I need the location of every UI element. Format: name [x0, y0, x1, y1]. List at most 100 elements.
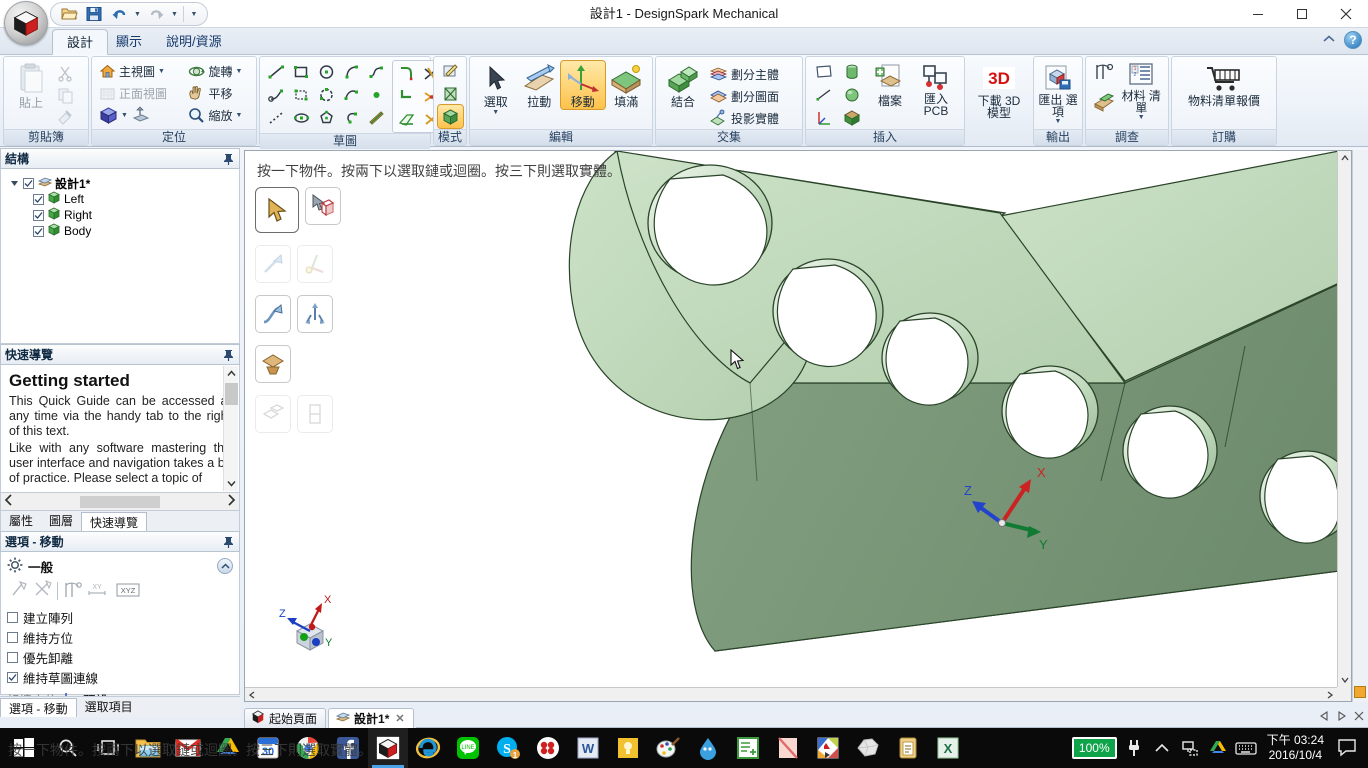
- resize-grip[interactable]: [1354, 686, 1366, 698]
- fill-button[interactable]: 填滿: [605, 61, 649, 109]
- 3d-viewport[interactable]: X Y Z 按一下物件。按兩下以選取鏈或迴圈。按三下則選取實體。 X Z Y: [244, 150, 1352, 702]
- viewport-horizontal-scrollbar[interactable]: [245, 687, 1337, 701]
- taskbar-crumpled[interactable]: [848, 728, 888, 768]
- offset-icon[interactable]: [394, 108, 419, 131]
- mini-combine-tool-button[interactable]: [255, 395, 291, 433]
- tab-layers[interactable]: 圖層: [41, 511, 81, 532]
- collapse-section-icon[interactable]: [217, 558, 233, 574]
- home-view-dropdown[interactable]: ▼: [158, 68, 165, 75]
- option-maintain-sketch-connectivity[interactable]: 維持草圖連線: [7, 667, 233, 687]
- origin-icon[interactable]: [810, 106, 838, 129]
- option-detach-first[interactable]: 優先卸離: [7, 647, 233, 667]
- polygon-center-icon[interactable]: [314, 106, 339, 129]
- network-icon[interactable]: [1179, 736, 1201, 760]
- line-axis-icon[interactable]: [810, 83, 838, 106]
- guide-next-icon[interactable]: [225, 494, 237, 509]
- insert-file-button[interactable]: 檔案: [866, 60, 914, 108]
- ruler-icon[interactable]: [62, 580, 82, 602]
- dashed-line-icon[interactable]: [264, 106, 289, 129]
- pan-button[interactable]: 平移: [184, 82, 252, 104]
- select-dropdown[interactable]: ▼: [492, 109, 499, 116]
- taskbar-clipboard[interactable]: [888, 728, 928, 768]
- bom-quote-button[interactable]: 物料清單報價: [1176, 62, 1272, 108]
- show-hidden-icons-icon[interactable]: [1151, 736, 1173, 760]
- viewport-orientation-cube[interactable]: X Z Y: [275, 591, 345, 661]
- cut-button[interactable]: [54, 62, 77, 84]
- taskbar-designspark[interactable]: [368, 728, 408, 768]
- paste-button[interactable]: 貼上: [8, 60, 54, 110]
- scroll-up-icon[interactable]: [224, 366, 239, 381]
- three-point-arc-icon[interactable]: [314, 83, 339, 106]
- export-options-dropdown[interactable]: ▼: [1055, 118, 1062, 125]
- tab-design[interactable]: 設計: [52, 29, 109, 55]
- google-drive-tray-icon[interactable]: [1207, 736, 1229, 760]
- bom-dropdown[interactable]: ▼: [1138, 114, 1145, 121]
- mass-icon[interactable]: [1090, 87, 1118, 115]
- polygon-icon[interactable]: [289, 83, 314, 106]
- expander-icon[interactable]: [9, 178, 20, 189]
- checkbox[interactable]: [23, 177, 34, 189]
- redo-button[interactable]: [144, 4, 168, 24]
- checkbox[interactable]: [7, 631, 18, 643]
- doc-tab-design1[interactable]: 設計1* ✕: [328, 708, 414, 728]
- corner-icon[interactable]: [394, 85, 419, 108]
- solid-mode-icon[interactable]: [436, 104, 464, 129]
- xyz-icon[interactable]: XYZ: [116, 582, 140, 601]
- plane-view-button[interactable]: [128, 104, 154, 126]
- application-menu-orb[interactable]: [4, 1, 48, 45]
- options-general-section[interactable]: 一般: [7, 556, 233, 576]
- vp-scroll-left-icon[interactable]: [245, 688, 259, 701]
- taskbar-paint[interactable]: [648, 728, 688, 768]
- tree-node-design1[interactable]: 設計1*: [5, 175, 235, 191]
- anchor-icon[interactable]: [9, 580, 29, 602]
- scroll-down-icon[interactable]: [224, 476, 239, 491]
- cylinder-icon[interactable]: [838, 60, 866, 83]
- mini-split-tool-button[interactable]: [297, 395, 333, 433]
- construction-line-icon[interactable]: [364, 106, 389, 129]
- taskbar-excel[interactable]: X: [928, 728, 968, 768]
- project-button[interactable]: 投影實體: [706, 107, 782, 129]
- tangent-arc-icon[interactable]: [339, 60, 364, 83]
- option-create-pattern[interactable]: 建立陣列: [7, 607, 233, 627]
- download-3d-model-button[interactable]: 3D 下載 3D 模型: [971, 62, 1027, 119]
- import-pcb-button[interactable]: 匯入 PCB: [914, 60, 958, 117]
- tab-next-icon[interactable]: [1337, 710, 1346, 724]
- taskbar-sticky-notes[interactable]: [608, 728, 648, 768]
- doc-tab-start-page[interactable]: 起始頁面: [244, 708, 327, 728]
- ellipse-icon[interactable]: [289, 106, 314, 129]
- help-button[interactable]: ?: [1344, 31, 1362, 49]
- undo-button[interactable]: [107, 4, 131, 24]
- taskbar-internet-explorer[interactable]: [408, 728, 448, 768]
- copy-button[interactable]: [54, 84, 77, 106]
- mini-move-axis-button[interactable]: [297, 245, 333, 283]
- line-icon[interactable]: [264, 60, 289, 83]
- vp-scroll-up-icon[interactable]: [1338, 151, 1351, 165]
- split-face-button[interactable]: 劃分圖面: [706, 85, 782, 107]
- format-painter-button[interactable]: [54, 106, 77, 128]
- home-view-button[interactable]: 主視圖 ▼: [96, 60, 184, 82]
- taskbar-waterdrop[interactable]: [688, 728, 728, 768]
- tab-quick-guide[interactable]: 快速導覽: [81, 512, 148, 532]
- tree-node-body[interactable]: Body: [5, 223, 235, 239]
- tab-close-all-icon[interactable]: [1354, 711, 1364, 724]
- option-maintain-orientation[interactable]: 維持方位: [7, 627, 233, 647]
- tab-prev-icon[interactable]: [1320, 710, 1329, 724]
- customize-qat-button[interactable]: ▼: [187, 4, 201, 24]
- select-button[interactable]: 選取 ▼: [474, 61, 518, 116]
- split-body-button[interactable]: 劃分主體: [706, 63, 782, 85]
- dimension-icon[interactable]: XY: [86, 580, 108, 602]
- line-arc-icon[interactable]: [264, 83, 289, 106]
- redo-dropdown[interactable]: ▼: [169, 4, 180, 24]
- tab-selection-items[interactable]: 選取項目: [77, 697, 141, 717]
- maximize-button[interactable]: [1280, 0, 1324, 28]
- close-button[interactable]: [1324, 0, 1368, 28]
- checkbox[interactable]: [33, 193, 44, 205]
- mini-fill-tool-button[interactable]: [255, 345, 291, 383]
- tab-display[interactable]: 顯示: [102, 29, 156, 55]
- mini-pull-arrow-button[interactable]: [255, 295, 291, 333]
- spline-icon[interactable]: [364, 60, 389, 83]
- battery-indicator[interactable]: 100%: [1071, 737, 1117, 759]
- move-button[interactable]: 移動: [560, 60, 606, 110]
- keyboard-icon[interactable]: [1234, 736, 1257, 760]
- collapse-ribbon-button[interactable]: [1322, 34, 1336, 47]
